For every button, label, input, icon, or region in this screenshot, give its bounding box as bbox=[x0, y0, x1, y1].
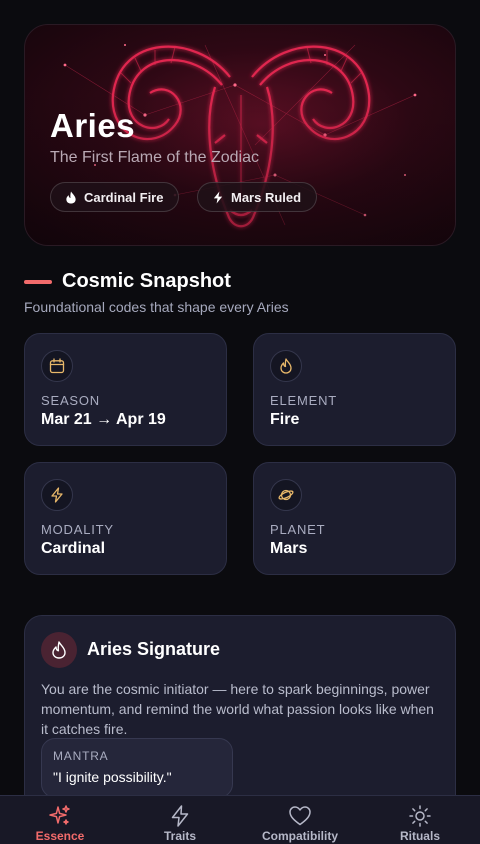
card-value: Cardinal bbox=[41, 540, 106, 557]
mantra-text: "I ignite possibility." bbox=[53, 769, 172, 785]
flame-icon bbox=[52, 641, 66, 659]
modality-card: MODALITY Cardinal bbox=[24, 462, 227, 575]
section-title: Cosmic Snapshot bbox=[62, 270, 231, 292]
card-icon-badge bbox=[270, 479, 302, 511]
nav-item-compatibility[interactable]: Compatibility bbox=[240, 796, 360, 844]
mantra-box: MANTRA "I ignite possibility." bbox=[41, 738, 233, 798]
bolt-icon bbox=[213, 190, 223, 204]
heart-icon bbox=[289, 806, 311, 826]
signature-icon-badge bbox=[41, 632, 77, 668]
bottom-nav: Essence Traits Compatibility Rituals bbox=[0, 795, 480, 844]
nav-item-essence[interactable]: Essence bbox=[0, 796, 120, 844]
bolt-icon bbox=[51, 487, 63, 503]
section-subtitle: Foundational codes that shape every Arie… bbox=[24, 299, 289, 315]
card-icon-badge bbox=[270, 350, 302, 382]
card-label: SEASON bbox=[41, 393, 100, 408]
section-accent-bar bbox=[24, 280, 52, 284]
sparkles-icon bbox=[49, 805, 70, 825]
card-label: PLANET bbox=[270, 522, 326, 537]
nav-label: Compatibility bbox=[261, 829, 338, 843]
hero-banner: Aries The First Flame of the Zodiac Card… bbox=[24, 24, 456, 246]
chip-label: Cardinal Fire bbox=[84, 189, 164, 205]
flame-icon bbox=[66, 190, 76, 204]
page-title: Aries bbox=[50, 107, 136, 144]
season-card: SEASON Mar 21 → Apr 19 bbox=[24, 333, 227, 446]
planet-icon bbox=[278, 489, 294, 501]
card-icon-badge bbox=[41, 479, 73, 511]
signature-description: You are the cosmic initiator — here to s… bbox=[41, 681, 434, 737]
nav-label: Rituals bbox=[399, 829, 440, 843]
bolt-icon bbox=[171, 805, 189, 827]
card-value: Mars bbox=[270, 540, 308, 557]
hero-subtitle: The First Flame of the Zodiac bbox=[50, 149, 259, 166]
chip-label: Mars Ruled bbox=[231, 189, 302, 205]
nav-label: Traits bbox=[163, 829, 196, 843]
card-label: ELEMENT bbox=[270, 393, 338, 408]
element-card: ELEMENT Fire bbox=[253, 333, 456, 446]
nav-label: Essence bbox=[35, 829, 85, 843]
chip-mars-ruled: Mars Ruled bbox=[197, 182, 318, 212]
signature-title: Aries Signature bbox=[87, 639, 221, 659]
mantra-label: MANTRA bbox=[53, 749, 109, 763]
flame-icon bbox=[280, 358, 292, 374]
calendar-icon bbox=[49, 358, 65, 374]
card-value: Fire bbox=[270, 411, 300, 428]
card-value: Mar 21 → Apr 19 bbox=[41, 411, 166, 428]
card-icon-badge bbox=[41, 350, 73, 382]
card-label: MODALITY bbox=[41, 522, 114, 537]
sun-icon bbox=[409, 805, 431, 827]
planet-card: PLANET Mars bbox=[253, 462, 456, 575]
chip-cardinal-fire: Cardinal Fire bbox=[50, 182, 180, 212]
nav-item-traits[interactable]: Traits bbox=[120, 796, 240, 844]
nav-item-rituals[interactable]: Rituals bbox=[360, 796, 480, 844]
